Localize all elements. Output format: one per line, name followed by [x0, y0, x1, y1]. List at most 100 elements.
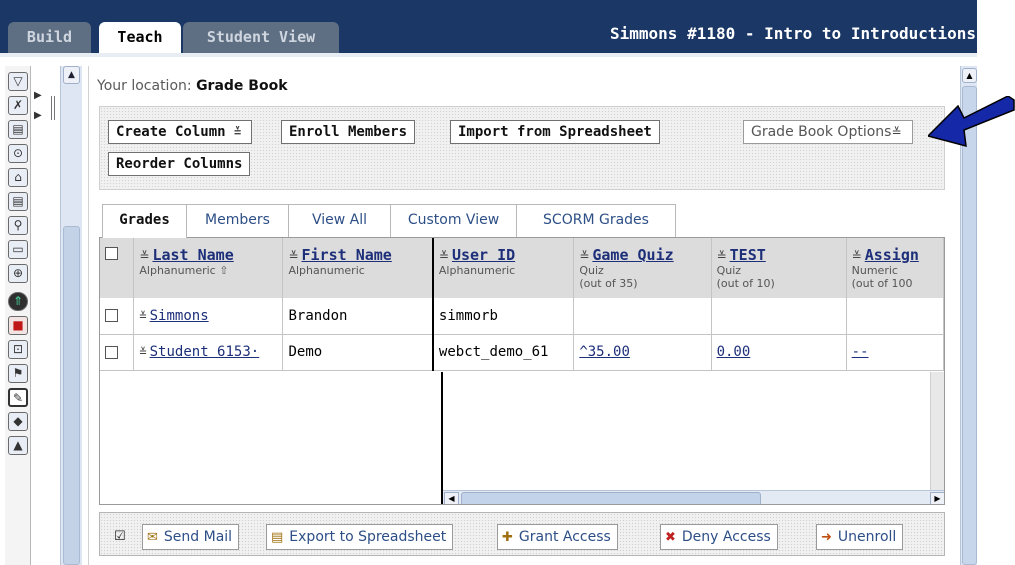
tab-custom-view[interactable]: Custom View [390, 204, 517, 237]
row-checkbox[interactable] [105, 309, 118, 323]
left-scrollbar[interactable]: ▲ [60, 66, 82, 565]
student-link[interactable]: Student 6153· [150, 344, 260, 360]
menu-icon: ≚ [234, 125, 242, 139]
column-title[interactable]: TEST [730, 246, 766, 264]
column-max: (out of 10) [716, 277, 775, 290]
user-id-cell: webct_demo_61 [432, 334, 575, 371]
expand-arrow-icon-2[interactable]: ▶ [34, 110, 42, 121]
tab-student-view[interactable]: Student View [183, 22, 339, 54]
column-menu-icon[interactable]: ≚ [288, 249, 298, 263]
left-tool-palette: ▽ ✗ ▤ ⊙ ⌂ ▤ ⚲ ▭ ⊕ ⇑ ■ ⊡ ⚑ ✎ ◆ ▲ [5, 66, 31, 565]
tab-view-all[interactable]: View All [288, 204, 391, 237]
tab-members[interactable]: Members [186, 204, 289, 237]
unenroll-icon: ➜ [821, 530, 832, 545]
scroll-right-icon[interactable]: ▶ [930, 492, 944, 504]
create-column-button[interactable]: Create Column ≚ [108, 120, 253, 144]
column-menu-icon[interactable]: ≚ [439, 249, 449, 263]
reports-icon[interactable]: ⚑ [8, 364, 28, 383]
column-menu-icon[interactable]: ≚ [717, 249, 727, 263]
column-title[interactable]: First Name [302, 246, 392, 264]
student-link[interactable]: Simmons [150, 308, 209, 324]
grade-cell [846, 298, 944, 335]
grading-icon[interactable]: ◆ [8, 412, 28, 431]
row-select-cell [100, 334, 135, 371]
column-menu-icon[interactable]: ≚ [852, 249, 862, 263]
search-icon[interactable]: ⚲ [8, 216, 28, 235]
column-type: Numeric [851, 264, 898, 277]
column-title[interactable]: Last Name [152, 246, 233, 264]
import-spreadsheet-button[interactable]: Import from Spreadsheet [450, 120, 660, 144]
column-header-user-id: ≚ User ID Alphanumeric [432, 238, 575, 298]
last-name-cell: ≚ Student 6153· [133, 334, 284, 371]
export-icon: ▤ [271, 530, 284, 545]
enroll-members-button[interactable]: Enroll Members [281, 120, 416, 144]
table-vertical-scrollbar[interactable] [930, 372, 944, 490]
scroll-up-icon[interactable]: ▲ [962, 68, 977, 83]
table-horizontal-scrollbar[interactable]: ◀ ▶ [443, 490, 944, 504]
tab-teach[interactable]: Teach [99, 22, 181, 54]
column-type: Quiz [579, 264, 604, 277]
last-name-cell: ≚ Simmons [133, 298, 284, 335]
user-id-cell: simmorb [432, 298, 575, 335]
export-spreadsheet-button[interactable]: ▤ Export to Spreadsheet [266, 524, 454, 550]
chart-icon[interactable]: ▲ [8, 436, 28, 455]
send-mail-button[interactable]: ✉ Send Mail [142, 524, 240, 550]
scroll-thumb[interactable] [962, 86, 977, 565]
tab-build[interactable]: Build [8, 22, 91, 54]
gradebook-action-bar: Create Column ≚ Enroll Members Import fr… [99, 106, 945, 190]
unenroll-button[interactable]: ➜ Unenroll [816, 524, 904, 550]
pin-icon[interactable]: ✗ [8, 96, 28, 115]
grade-cell [573, 298, 712, 335]
expand-arrow-icon[interactable]: ▶ [34, 90, 42, 101]
tab-scorm-grades[interactable]: SCORM Grades [516, 204, 676, 237]
column-title[interactable]: Assign [865, 246, 919, 264]
column-header-test: ≚ TEST Quiz (out of 10) [711, 238, 847, 298]
select-all-checkbox[interactable] [105, 247, 118, 260]
grade-book-options-button[interactable]: Grade Book Options≚ [743, 120, 913, 144]
column-header-game-quiz: ≚ Game Quiz Quiz (out of 35) [573, 238, 712, 298]
column-title[interactable]: User ID [452, 246, 515, 264]
column-title[interactable]: Game Quiz [592, 246, 673, 264]
grant-access-button[interactable]: ✚ Grant Access [497, 524, 618, 550]
deny-access-button[interactable]: ✖ Deny Access [660, 524, 778, 550]
assessment-icon[interactable]: ✎ [8, 388, 28, 407]
breadcrumb: Your location: Grade Book [97, 78, 288, 94]
copy-icon[interactable]: ▭ [8, 240, 28, 259]
scroll-left-icon[interactable]: ◀ [444, 492, 459, 504]
top-navigation-bar: Build Teach Student View Simmons #1180 -… [0, 0, 977, 54]
location-current: Grade Book [196, 78, 288, 94]
scroll-up-icon[interactable]: ▲ [63, 66, 80, 84]
resize-handle[interactable] [51, 96, 55, 120]
deny-icon: ✖ [665, 530, 676, 545]
column-header-assign: ≚ Assign Numeric (out of 100 [846, 238, 944, 298]
grades-table-container: ≚ Last Name Alphanumeric ⇧ ≚ First Name Al… [99, 237, 945, 505]
tracking-icon[interactable]: ⊡ [8, 340, 28, 359]
tab-grades[interactable]: Grades [102, 204, 187, 238]
reorder-columns-button[interactable]: Reorder Columns [108, 152, 251, 176]
table-row: ≚ Simmons Brandon simmorb [100, 298, 944, 335]
collapse-tools-icon[interactable]: ⇑ [8, 292, 28, 311]
column-menu-icon[interactable]: ≚ [139, 249, 149, 263]
course-title: Simmons #1180 - Intro to Introductions [610, 24, 977, 43]
menu-icon: ≚ [891, 125, 902, 139]
compass-icon[interactable]: ⊙ [8, 144, 28, 163]
mail-icon[interactable]: ⌂ [8, 168, 28, 187]
location-prefix: Your location: [97, 78, 192, 94]
discussion-icon[interactable]: ▽ [8, 72, 28, 91]
grade-book-icon[interactable]: ■ [8, 316, 28, 335]
grant-icon: ✚ [502, 530, 513, 545]
select-all-header [100, 238, 135, 298]
table-header-row: ≚ Last Name Alphanumeric ⇧ ≚ First Name Al… [100, 238, 944, 298]
document-icon[interactable]: ▤ [8, 120, 28, 139]
scroll-thumb[interactable] [63, 226, 80, 565]
scroll-thumb[interactable] [461, 492, 761, 504]
files-icon[interactable]: ▤ [8, 192, 28, 211]
column-type: Alphanumeric [438, 264, 516, 277]
row-menu-icon[interactable]: ≚ [139, 345, 146, 359]
column-type: Alphanumeric [288, 264, 365, 277]
row-menu-icon[interactable]: ≚ [139, 309, 146, 323]
grades-table: ≚ Last Name Alphanumeric ⇧ ≚ First Name Al… [100, 238, 944, 371]
web-icon[interactable]: ⊕ [8, 264, 28, 283]
row-checkbox[interactable] [105, 345, 118, 359]
column-menu-icon[interactable]: ≚ [579, 249, 589, 263]
